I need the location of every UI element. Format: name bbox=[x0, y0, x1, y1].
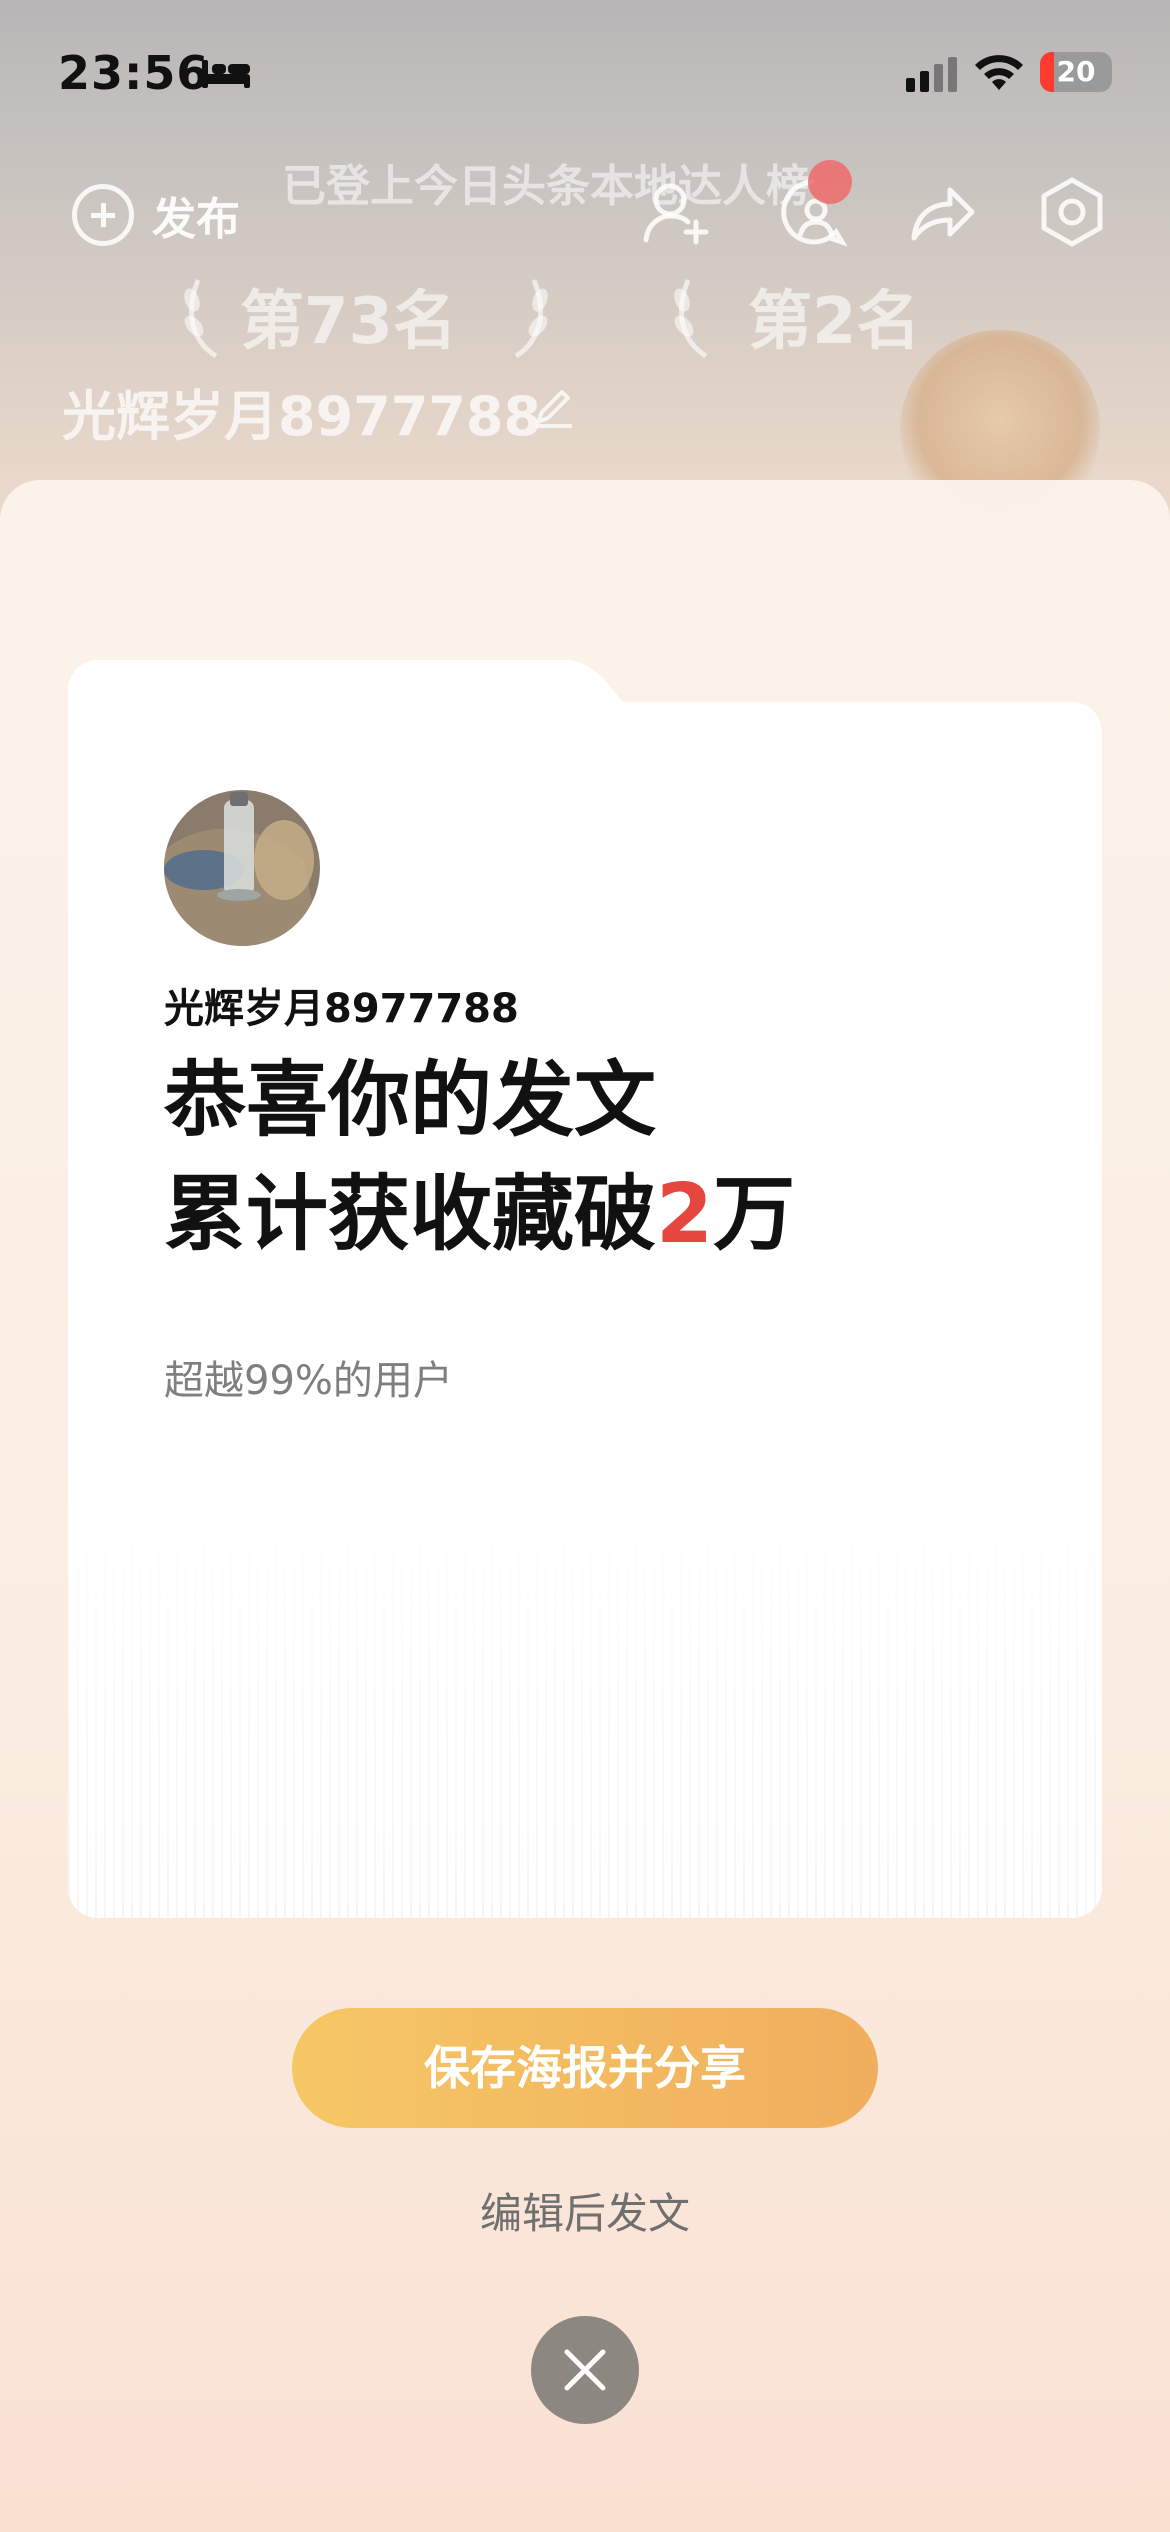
edit-then-post-link[interactable]: 编辑后发文 bbox=[0, 2180, 1170, 2241]
add-friend-icon[interactable] bbox=[640, 176, 712, 248]
headline-line-2-suffix: 万 bbox=[713, 1167, 796, 1262]
laurel-right-icon bbox=[514, 279, 548, 359]
poster-username: 光辉岁月8977788 bbox=[164, 986, 519, 1032]
plus-circle-icon bbox=[72, 184, 134, 246]
status-bar: 23:56 20 bbox=[0, 0, 1170, 150]
edit-pencil-icon[interactable] bbox=[532, 384, 576, 428]
profile-username: 光辉岁月8977788 bbox=[62, 385, 542, 448]
percentile-text: 超越99%的用户 bbox=[164, 1358, 453, 1404]
rank-left: 第73名 bbox=[240, 285, 458, 359]
laurel-left-icon bbox=[184, 279, 218, 359]
publish-button[interactable]: 发布 bbox=[72, 180, 240, 250]
status-time: 23:56 bbox=[58, 46, 210, 100]
headline-line-2-prefix: 累计获收藏破 bbox=[164, 1167, 657, 1262]
notification-dot bbox=[808, 160, 852, 204]
avatar-photo bbox=[164, 790, 320, 946]
laurel-left-icon bbox=[674, 279, 708, 359]
battery-level: 20 bbox=[1056, 55, 1096, 88]
avatar bbox=[164, 790, 320, 946]
save-poster-share-button[interactable]: 保存海报并分享 bbox=[292, 2008, 878, 2128]
close-icon bbox=[564, 2349, 606, 2391]
battery-icon: 20 bbox=[1040, 52, 1112, 92]
headline-number: 2 bbox=[656, 1167, 714, 1262]
wifi-icon bbox=[975, 55, 1023, 90]
profile-header: 发布 已登上今日头条本地达人榜 第73名 第2名 光辉岁月8977788 bbox=[0, 140, 1170, 530]
poster-headline: 恭喜你的发文 累计获收藏破2万 bbox=[164, 1044, 795, 1272]
publish-label: 发布 bbox=[152, 194, 240, 245]
ranking-banner[interactable]: 已登上今日头条本地达人榜 bbox=[282, 150, 810, 214]
rank-right: 第2名 bbox=[748, 285, 921, 359]
share-icon[interactable] bbox=[906, 176, 978, 248]
decorative-stripes bbox=[68, 1488, 1102, 1918]
close-button[interactable] bbox=[531, 2316, 639, 2424]
settings-icon[interactable] bbox=[1036, 176, 1108, 248]
signal-icon bbox=[906, 57, 957, 92]
headline-line-1: 恭喜你的发文 bbox=[164, 1053, 657, 1148]
headline-line-2: 累计获收藏破2万 bbox=[164, 1158, 795, 1272]
bed-icon bbox=[202, 60, 250, 88]
